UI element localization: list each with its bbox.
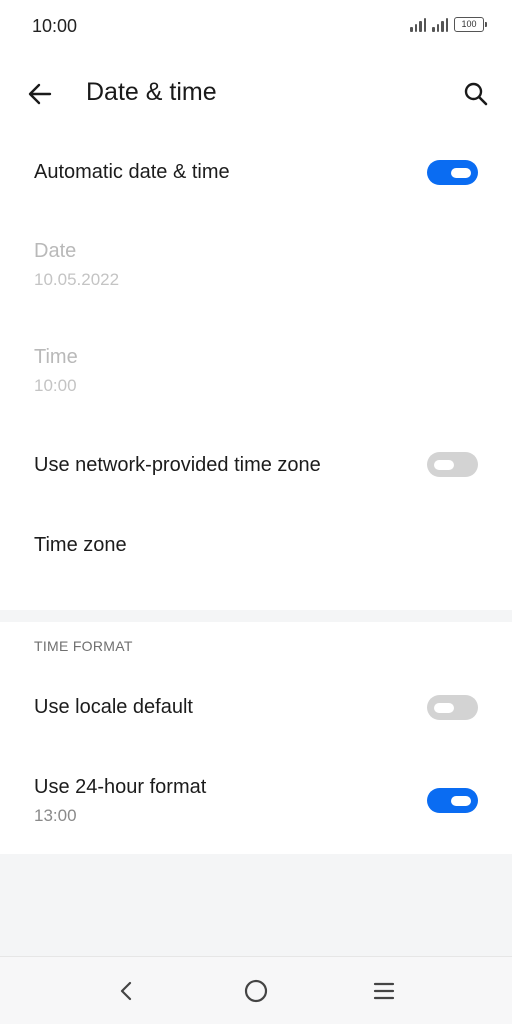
nav-home-icon: [244, 979, 268, 1003]
back-arrow-icon: [28, 83, 52, 105]
time-value: 10:00: [34, 376, 77, 395]
back-button[interactable]: [20, 74, 60, 114]
time-zone-row[interactable]: Time zone: [0, 508, 512, 584]
nav-menu-icon: [373, 982, 395, 1000]
time-label: Time: [34, 346, 78, 368]
status-time: 10:00: [32, 16, 78, 36]
24-hour-format-label: Use 24-hour format: [34, 776, 207, 798]
signal-icon: [410, 17, 426, 32]
nav-home-button[interactable]: [236, 971, 276, 1011]
battery-icon: 100: [454, 17, 487, 32]
locale-default-label: Use locale default: [34, 696, 193, 718]
signal-icon: [432, 17, 448, 32]
status-bar: 10:00 100: [0, 0, 512, 52]
date-row[interactable]: Date 10.05.2022: [0, 226, 512, 306]
time-zone-label: Time zone: [34, 534, 127, 556]
date-time-settings: Automatic date & time Date 10.05.2022 Ti…: [0, 136, 512, 610]
time-format-settings: TIME FORMAT Use locale default Use 24-ho…: [0, 622, 512, 854]
search-icon: [464, 82, 488, 106]
locale-default-toggle[interactable]: [427, 695, 478, 720]
nav-back-button[interactable]: [107, 971, 147, 1011]
date-value: 10.05.2022: [34, 270, 120, 289]
date-label: Date: [34, 240, 77, 262]
status-icons: 100: [410, 17, 487, 32]
nav-menu-button[interactable]: [364, 971, 404, 1011]
screen: 10:00 100 Date & time Automatic date & t…: [0, 0, 512, 1024]
nav-back-icon: [120, 981, 132, 1001]
locale-default-row[interactable]: Use locale default: [0, 672, 512, 744]
24-hour-format-example: 13:00: [34, 806, 77, 825]
time-format-header: TIME FORMAT: [34, 638, 133, 654]
navigation-bar: [0, 956, 512, 1024]
page-title: Date & time: [86, 78, 217, 106]
search-button[interactable]: [456, 74, 496, 114]
time-row[interactable]: Time 10:00: [0, 332, 512, 412]
automatic-date-time-toggle[interactable]: [427, 160, 478, 185]
network-time-zone-toggle[interactable]: [427, 452, 478, 477]
24-hour-format-toggle[interactable]: [427, 788, 478, 813]
automatic-date-time-row[interactable]: Automatic date & time: [0, 136, 512, 210]
app-header: Date & time: [0, 52, 512, 136]
24-hour-format-row[interactable]: Use 24-hour format 13:00: [0, 762, 512, 842]
automatic-date-time-label: Automatic date & time: [34, 161, 230, 183]
network-time-zone-row[interactable]: Use network-provided time zone: [0, 426, 512, 502]
network-time-zone-label: Use network-provided time zone: [34, 454, 321, 476]
